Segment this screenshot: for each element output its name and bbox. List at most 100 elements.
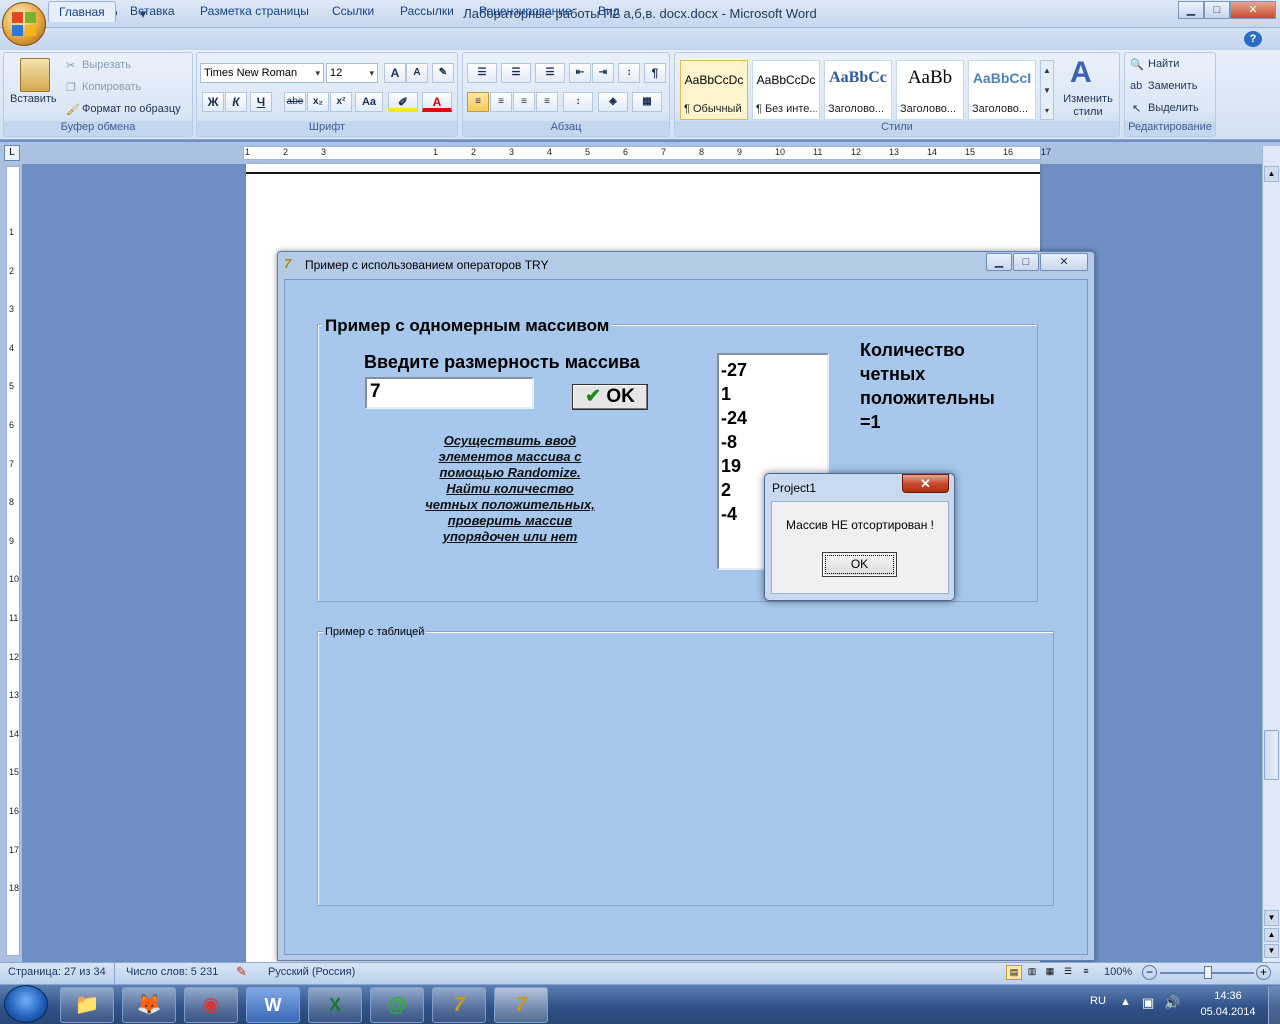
app-close-button[interactable]: ✕	[1040, 253, 1088, 271]
word-close-button[interactable]: ✕	[1230, 1, 1276, 19]
zoom-in-icon[interactable]: +	[1256, 965, 1271, 980]
draft-icon[interactable]: ≡	[1078, 965, 1094, 980]
font-name-combo[interactable]: Times New Roman	[200, 63, 324, 83]
subscript-button[interactable]: x₂	[307, 92, 329, 112]
list-item[interactable]: 1	[721, 382, 827, 406]
style-heading1[interactable]: AaBbCc Заголово...	[824, 60, 892, 120]
cut-button[interactable]: Вырезать	[82, 59, 131, 71]
full-screen-icon[interactable]: ▥	[1024, 965, 1040, 980]
explorer-icon[interactable]: 📁	[60, 987, 114, 1023]
italic-button[interactable]: К	[225, 92, 247, 112]
outline-icon[interactable]: ☰	[1060, 965, 1076, 980]
decrease-indent-icon[interactable]: ⇤	[569, 63, 591, 83]
office-button[interactable]	[2, 2, 46, 46]
scroll-down-icon[interactable]: ▼	[1264, 910, 1279, 926]
strikethrough-button[interactable]: abe	[284, 92, 306, 112]
ok-button[interactable]: ✔ OK	[572, 384, 648, 410]
style-normal[interactable]: AaBbCcDc ¶ Обычный	[680, 60, 748, 120]
tab-insert[interactable]: Вставка	[120, 1, 185, 22]
dialog-ok-button[interactable]: OK	[822, 552, 897, 577]
language-tray[interactable]: RU	[1090, 995, 1106, 1007]
size-input[interactable]: 7	[365, 377, 534, 409]
style-heading3[interactable]: AaBbCcI Заголово...	[968, 60, 1036, 120]
scroll-thumb[interactable]	[1264, 730, 1279, 780]
app-maximize-button[interactable]: □	[1013, 253, 1039, 271]
volume-icon[interactable]: 🔊	[1164, 995, 1180, 1011]
tab-review[interactable]: Рецензирование	[469, 1, 582, 22]
highlight-icon[interactable]: ✐	[388, 92, 418, 112]
chrome-icon[interactable]: ◉	[184, 987, 238, 1023]
bullets-icon[interactable]: ☰	[467, 63, 497, 83]
language-indicator[interactable]: Русский (Россия)	[268, 966, 355, 978]
word-minimize-button[interactable]: ▁	[1178, 1, 1204, 19]
borders-icon[interactable]: ▦	[632, 92, 662, 112]
vertical-scrollbar[interactable]	[1262, 146, 1280, 964]
zoom-out-icon[interactable]: −	[1142, 965, 1157, 980]
sort-icon[interactable]: ↕	[618, 63, 640, 83]
tab-home[interactable]: Главная	[48, 1, 116, 22]
grow-font-icon[interactable]: A	[384, 63, 406, 83]
change-styles-button[interactable]: Изменить стили	[1060, 93, 1116, 119]
styles-scroll[interactable]: ▲ ▼ ▾	[1040, 60, 1054, 120]
shading-icon[interactable]: ◈	[598, 92, 628, 112]
clock-date[interactable]: 05.04.2014	[1190, 1006, 1266, 1018]
zoom-level[interactable]: 100%	[1104, 966, 1132, 978]
delphi-ide-icon[interactable]: 7	[432, 987, 486, 1023]
font-color-icon[interactable]: A	[422, 92, 452, 112]
superscript-button[interactable]: x²	[330, 92, 352, 112]
tab-page-layout[interactable]: Разметка страницы	[190, 1, 319, 22]
project-taskbar-icon[interactable]: 7	[494, 987, 548, 1023]
find-icon[interactable]: 🔍	[1130, 58, 1144, 71]
multilevel-list-icon[interactable]: ☰	[535, 63, 565, 83]
tray-arrow-icon[interactable]: ▲	[1120, 996, 1131, 1008]
underline-button[interactable]: Ч	[250, 92, 272, 112]
bold-button[interactable]: Ж	[202, 92, 224, 112]
copy-button[interactable]: Копировать	[82, 81, 141, 93]
word-maximize-button[interactable]: □	[1204, 1, 1230, 19]
font-size-combo[interactable]: 12	[326, 63, 378, 83]
scroll-up-icon[interactable]: ▲	[1264, 166, 1279, 182]
increase-indent-icon[interactable]: ⇥	[592, 63, 614, 83]
firefox-icon[interactable]: 🦊	[122, 987, 176, 1023]
style-heading2[interactable]: AaBb Заголово...	[896, 60, 964, 120]
list-item[interactable]: -24	[721, 406, 827, 430]
tab-references[interactable]: Ссылки	[322, 1, 384, 22]
style-no-spacing[interactable]: AaBbCcDc ¶ Без инте...	[752, 60, 820, 120]
select-icon[interactable]: ↖	[1132, 102, 1141, 115]
numbering-icon[interactable]: ☰	[501, 63, 531, 83]
clock-time[interactable]: 14:36	[1190, 990, 1266, 1002]
format-painter-button[interactable]: Формат по образцу	[82, 103, 181, 115]
network-icon[interactable]: ▣	[1142, 995, 1154, 1011]
prev-page-icon[interactable]: ▲	[1264, 928, 1279, 942]
spelling-icon[interactable]: ✎	[236, 964, 247, 980]
dialog-close-button[interactable]: ✕	[902, 474, 949, 493]
align-left-icon[interactable]: ≡	[467, 92, 489, 112]
print-layout-icon[interactable]: ▤	[1006, 965, 1022, 980]
paste-button[interactable]: Вставить	[10, 93, 57, 105]
copy-icon[interactable]: ❐	[66, 81, 76, 94]
replace-icon[interactable]: ab	[1130, 80, 1142, 92]
align-center-icon[interactable]: ≡	[490, 92, 512, 112]
tab-mailings[interactable]: Рассылки	[390, 1, 464, 22]
shrink-font-icon[interactable]: A	[406, 63, 428, 83]
cut-icon[interactable]: ✂	[66, 59, 75, 72]
word-taskbar-icon[interactable]: W	[246, 987, 300, 1023]
change-styles-icon[interactable]: A	[1070, 56, 1092, 90]
replace-button[interactable]: Заменить	[1148, 80, 1197, 92]
list-item[interactable]: -27	[721, 358, 827, 382]
web-layout-icon[interactable]: ▦	[1042, 965, 1058, 980]
word-count[interactable]: Число слов: 5 231	[126, 966, 218, 978]
help-icon[interactable]: ?	[1244, 31, 1262, 47]
line-spacing-icon[interactable]: ↕	[563, 92, 593, 112]
select-button[interactable]: Выделить	[1148, 102, 1199, 114]
start-button[interactable]	[4, 985, 48, 1023]
list-item[interactable]: -8	[721, 430, 827, 454]
show-desktop-button[interactable]	[1268, 986, 1280, 1024]
justify-icon[interactable]: ≡	[536, 92, 558, 112]
zoom-thumb[interactable]	[1204, 966, 1212, 979]
app-minimize-button[interactable]: ▁	[986, 253, 1012, 271]
page-count[interactable]: Страница: 27 из 34	[8, 966, 106, 978]
excel-icon[interactable]: X	[308, 987, 362, 1023]
paste-icon[interactable]	[20, 58, 50, 92]
messenger-icon[interactable]: @	[370, 987, 424, 1023]
